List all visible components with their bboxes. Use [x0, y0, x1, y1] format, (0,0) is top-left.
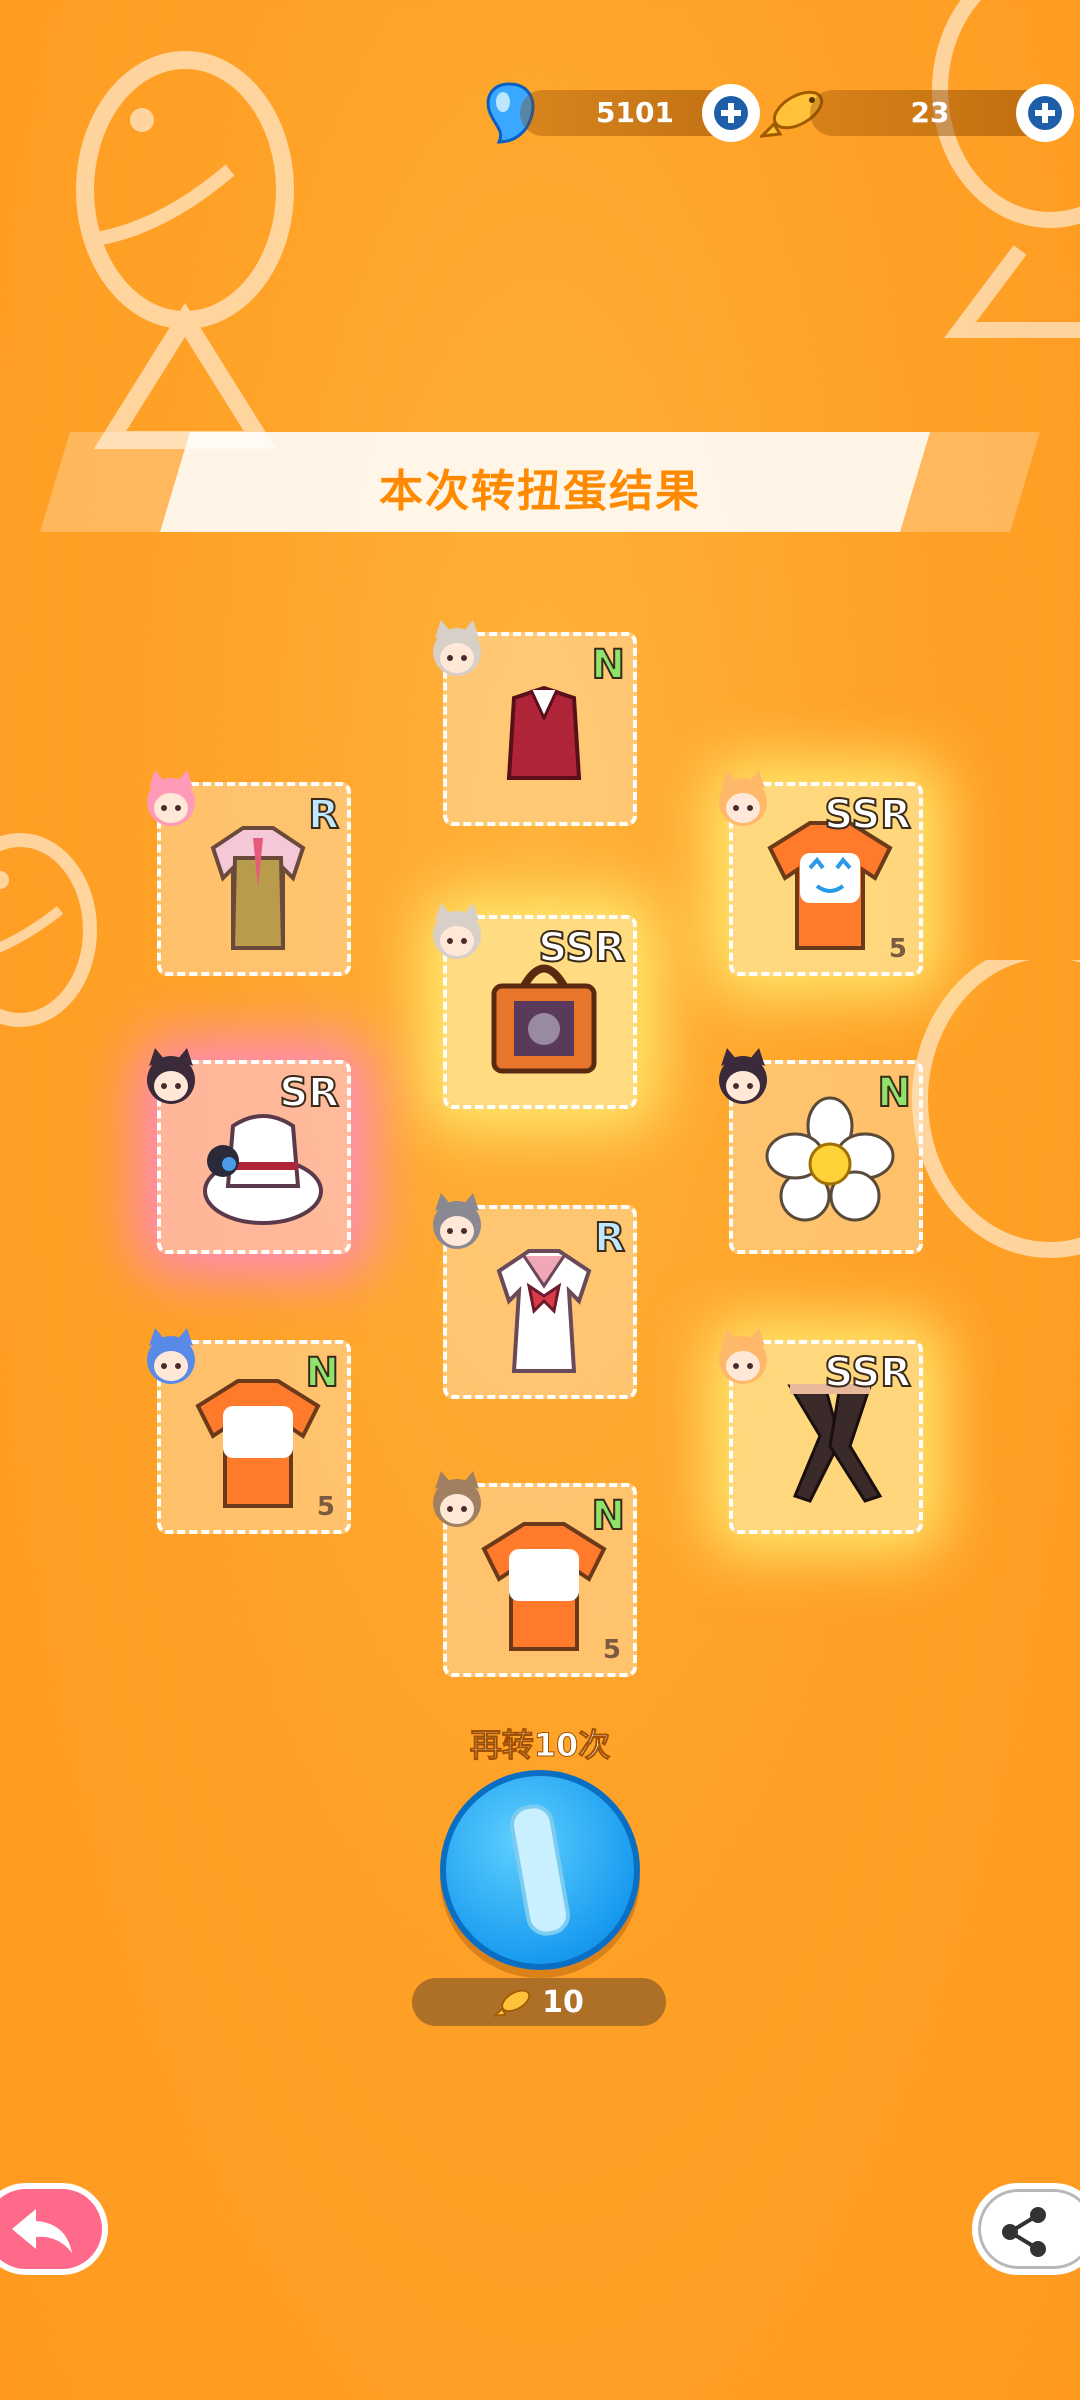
- gacha-result-card[interactable]: SR: [147, 1048, 351, 1254]
- share-button[interactable]: [972, 2183, 1080, 2275]
- result-title: 本次转扭蛋结果: [379, 466, 701, 517]
- fish-watermark-icon: [932, 0, 1080, 338]
- fish-watermark-icon: [76, 51, 294, 449]
- gacha-result-card[interactable]: N5: [147, 1328, 351, 1534]
- item-quantity: 5: [602, 1635, 621, 1665]
- gacha-result-card[interactable]: SSR 5: [719, 770, 923, 976]
- gacha-result-card[interactable]: N: [719, 1048, 923, 1254]
- share-icon: [1002, 2207, 1046, 2257]
- rarity-badge: SR: [278, 1069, 340, 1117]
- rarity-badge: N: [591, 1492, 627, 1540]
- currency-bar: 5101 23: [480, 78, 1080, 148]
- gold-fish-icon: [494, 1989, 531, 2017]
- rarity-badge: SSR: [823, 1349, 912, 1397]
- capsule-handle-icon: [510, 1804, 570, 1936]
- spin-cost-value: 10: [542, 1984, 584, 2020]
- add-gems-button[interactable]: [702, 84, 760, 142]
- gacha-result-card[interactable]: N5: [433, 1471, 637, 1677]
- gacha-result-card[interactable]: R: [433, 1193, 637, 1399]
- add-fish-button[interactable]: [1016, 84, 1074, 142]
- rarity-badge: N: [305, 1349, 341, 1397]
- gacha-result-card[interactable]: SSR: [719, 1328, 923, 1534]
- rarity-badge: SSR: [823, 791, 912, 839]
- fish-count: 23: [810, 90, 1050, 136]
- rarity-badge: SSR: [537, 924, 626, 972]
- gacha-result-card[interactable]: SSR: [433, 903, 637, 1109]
- item-quantity: 5: [316, 1492, 335, 1522]
- gacha-result-card[interactable]: N: [433, 620, 637, 826]
- spin-again-button[interactable]: [440, 1770, 640, 1970]
- gacha-result-card[interactable]: R: [147, 770, 351, 976]
- item-quantity: 5: [888, 934, 907, 964]
- back-arrow-icon: [12, 2209, 72, 2253]
- rarity-badge: R: [307, 791, 340, 839]
- fish-watermark-icon: [0, 833, 97, 1027]
- spin-again-label: 再转10次: [469, 1726, 611, 1765]
- plus-icon: [1028, 96, 1062, 130]
- rarity-badge: R: [593, 1214, 626, 1262]
- rarity-badge: N: [877, 1069, 913, 1117]
- plus-icon: [714, 96, 748, 130]
- spin-cost: 10: [412, 1978, 666, 2026]
- rarity-badge: N: [591, 641, 627, 689]
- back-button[interactable]: [0, 2183, 108, 2275]
